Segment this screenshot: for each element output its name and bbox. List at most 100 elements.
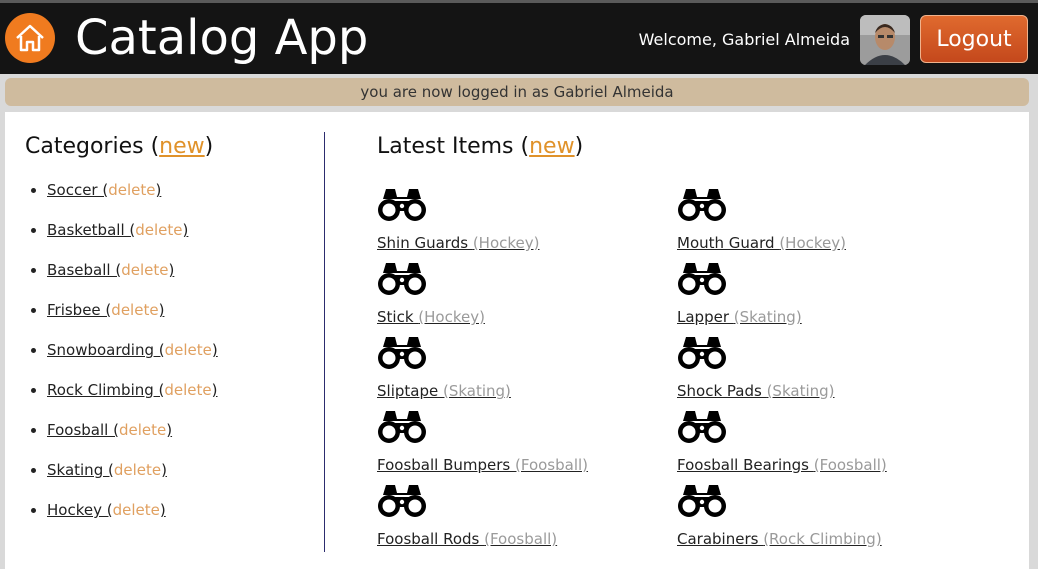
item-category: (Skating): [442, 382, 511, 400]
item-name: Foosball Rods: [377, 530, 485, 548]
binoculars-icon: [378, 411, 426, 443]
category-item: Basketball (delete): [31, 220, 218, 260]
delete-category-link[interactable]: delete: [111, 301, 158, 319]
category-link[interactable]: Foosball (: [47, 421, 119, 439]
item-link[interactable]: Shock Pads (Skating): [677, 382, 835, 400]
category-item: Snowboarding (delete): [31, 340, 218, 380]
main-content: Categories (new) Soccer (delete) Basketba…: [5, 112, 1029, 569]
item-name: Foosball Bearings: [677, 456, 814, 474]
item-category: (Foosball): [515, 456, 589, 474]
binoculars-icon: [678, 337, 726, 369]
close-paren: ): [211, 381, 218, 399]
new-category-link[interactable]: new: [159, 134, 204, 159]
item-card[interactable]: Lapper (Skating): [677, 261, 967, 331]
delete-category-link[interactable]: delete: [121, 261, 168, 279]
item-card[interactable]: Shock Pads (Skating): [677, 335, 967, 405]
item-link[interactable]: Foosball Bearings (Foosball): [677, 456, 887, 474]
item-card[interactable]: Carabiners (Rock Climbing): [677, 483, 967, 553]
latest-items-panel: Latest Items (new) Shin Guards (Hockey) M…: [377, 112, 1017, 562]
category-item: Baseball (delete): [31, 260, 218, 300]
category-item: Skating (delete): [31, 460, 218, 500]
binoculars-icon: [378, 263, 426, 295]
item-category: (Skating): [766, 382, 835, 400]
avatar: [860, 15, 910, 65]
item-link[interactable]: Mouth Guard (Hockey): [677, 234, 846, 252]
item-name: Foosball Bumpers: [377, 456, 515, 474]
item-link[interactable]: Carabiners (Rock Climbing): [677, 530, 882, 548]
delete-category-link[interactable]: delete: [165, 341, 212, 359]
item-name: Shock Pads: [677, 382, 767, 400]
item-category: (Hockey): [472, 234, 540, 252]
item-category: (Foosball): [813, 456, 887, 474]
category-item: Foosball (delete): [31, 420, 218, 460]
top-navbar: Catalog App Welcome, Gabriel Almeida Log…: [0, 0, 1038, 74]
delete-category-link[interactable]: delete: [114, 461, 161, 479]
home-button[interactable]: [5, 13, 55, 63]
logout-button[interactable]: Logout: [920, 15, 1028, 63]
home-icon: [16, 24, 44, 52]
item-link[interactable]: Foosball Bumpers (Foosball): [377, 456, 588, 474]
item-link[interactable]: Stick (Hockey): [377, 308, 485, 326]
close-paren: ): [158, 301, 165, 319]
item-name: Carabiners: [677, 530, 764, 548]
item-link[interactable]: Lapper (Skating): [677, 308, 802, 326]
new-item-link[interactable]: new: [529, 134, 574, 159]
close-paren: ): [155, 181, 162, 199]
close-paren: ): [211, 341, 218, 359]
item-card[interactable]: Sliptape (Skating): [377, 335, 667, 405]
item-name: Lapper: [677, 308, 734, 326]
close-paren: ): [168, 261, 175, 279]
item-card[interactable]: Mouth Guard (Hockey): [677, 187, 967, 257]
item-card[interactable]: Stick (Hockey): [377, 261, 667, 331]
item-category: (Skating): [733, 308, 802, 326]
binoculars-icon: [378, 189, 426, 221]
item-name: Sliptape: [377, 382, 443, 400]
binoculars-icon: [378, 485, 426, 517]
category-link[interactable]: Soccer (: [47, 181, 108, 199]
delete-category-link[interactable]: delete: [108, 181, 155, 199]
item-category: (Rock Climbing): [763, 530, 882, 548]
item-name: Stick: [377, 308, 419, 326]
binoculars-icon: [678, 411, 726, 443]
category-link[interactable]: Skating (: [47, 461, 114, 479]
item-name: Shin Guards: [377, 234, 473, 252]
app-title[interactable]: Catalog App: [75, 9, 368, 67]
divider: [324, 132, 325, 552]
item-name: Mouth Guard: [677, 234, 780, 252]
delete-category-link[interactable]: delete: [113, 501, 160, 519]
category-link[interactable]: Baseball (: [47, 261, 121, 279]
flash-message: you are now logged in as Gabriel Almeida: [5, 78, 1029, 106]
item-category: (Foosball): [484, 530, 558, 548]
binoculars-icon: [678, 263, 726, 295]
category-item: Rock Climbing (delete): [31, 380, 218, 420]
item-link[interactable]: Sliptape (Skating): [377, 382, 511, 400]
user-photo: [860, 15, 910, 65]
item-category: (Hockey): [418, 308, 485, 326]
categories-list: Soccer (delete) Basketball (delete) Baseba…: [31, 180, 218, 540]
latest-items-heading: Latest Items (new): [377, 134, 584, 159]
category-link[interactable]: Frisbee (: [47, 301, 111, 319]
binoculars-icon: [678, 485, 726, 517]
item-card[interactable]: Foosball Bearings (Foosball): [677, 409, 967, 479]
welcome-text: Welcome, Gabriel Almeida: [638, 30, 850, 49]
item-category: (Hockey): [779, 234, 846, 252]
category-link[interactable]: Snowboarding (: [47, 341, 165, 359]
close-paren: ): [182, 221, 189, 239]
categories-panel: Categories (new) Soccer (delete) Basketba…: [5, 112, 325, 552]
delete-category-link[interactable]: delete: [164, 381, 211, 399]
delete-category-link[interactable]: delete: [119, 421, 166, 439]
category-item: Frisbee (delete): [31, 300, 218, 340]
item-card[interactable]: Foosball Bumpers (Foosball): [377, 409, 667, 479]
category-link[interactable]: Hockey (: [47, 501, 113, 519]
item-card[interactable]: Shin Guards (Hockey): [377, 187, 667, 257]
category-item: Soccer (delete): [31, 180, 218, 220]
item-card[interactable]: Foosball Rods (Foosball): [377, 483, 667, 553]
close-paren: ): [159, 501, 166, 519]
category-link[interactable]: Basketball (: [47, 221, 135, 239]
delete-category-link[interactable]: delete: [135, 221, 182, 239]
binoculars-icon: [378, 337, 426, 369]
close-paren: ): [166, 421, 173, 439]
item-link[interactable]: Shin Guards (Hockey): [377, 234, 539, 252]
item-link[interactable]: Foosball Rods (Foosball): [377, 530, 557, 548]
category-link[interactable]: Rock Climbing (: [47, 381, 164, 399]
